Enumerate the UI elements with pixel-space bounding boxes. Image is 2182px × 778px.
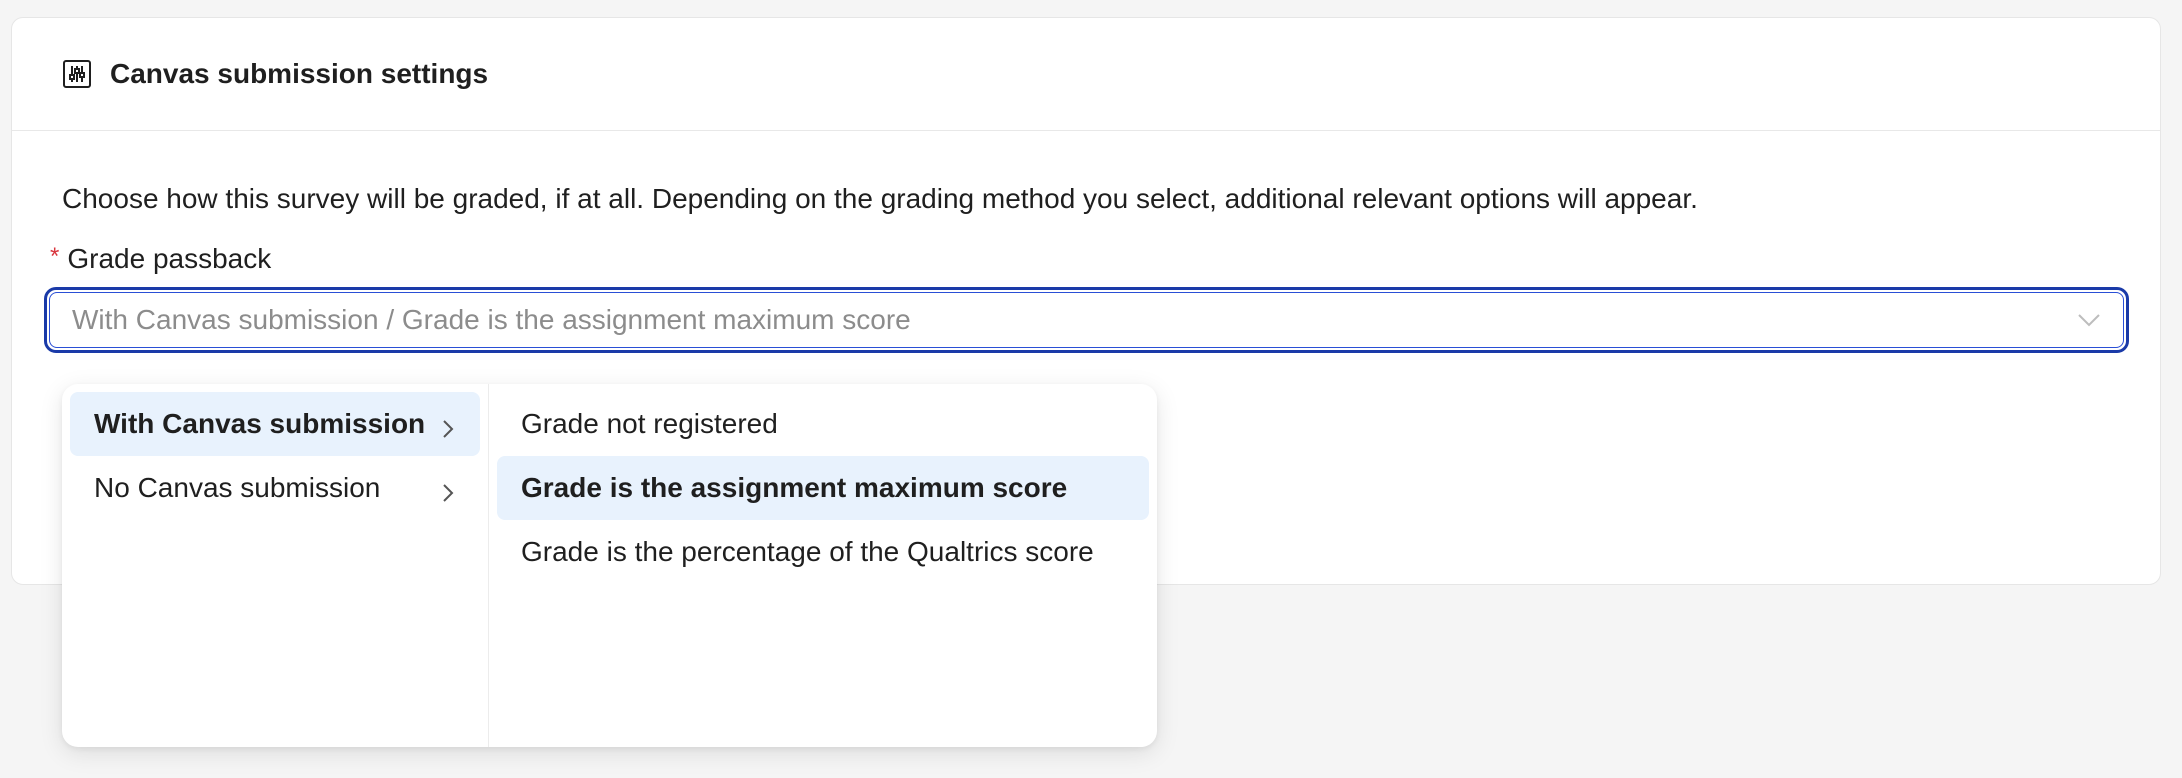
cascader-dropdown: With Canvas submission No Canvas submiss… xyxy=(62,384,1157,747)
card-header: Canvas submission settings xyxy=(12,18,2160,131)
description-text: Choose how this survey will be graded, i… xyxy=(62,183,1698,214)
option-label: With Canvas submission xyxy=(94,408,426,439)
option-label: No Canvas submission xyxy=(94,472,381,503)
option-grade-max-score[interactable]: Grade is the assignment maximum score xyxy=(497,456,1149,520)
select-value: With Canvas submission / Grade is the as… xyxy=(72,304,911,335)
field-label-text: Grade passback xyxy=(67,243,272,274)
grade-passback-select[interactable]: With Canvas submission / Grade is the as… xyxy=(44,287,2129,353)
chevron-right-icon xyxy=(442,414,454,438)
option-no-canvas-submission[interactable]: No Canvas submission xyxy=(70,456,480,520)
option-label: Grade not registered xyxy=(521,408,778,439)
cascader-column-1: With Canvas submission No Canvas submiss… xyxy=(62,384,489,747)
sliders-icon xyxy=(62,59,92,89)
option-label: Grade is the assignment maximum score xyxy=(521,472,1068,503)
card-title: Canvas submission settings xyxy=(110,58,489,89)
required-mark: * xyxy=(50,243,60,270)
grade-passback-label: * Grade passback xyxy=(50,243,271,275)
select-box[interactable]: With Canvas submission / Grade is the as… xyxy=(49,292,2124,348)
option-label: Grade is the percentage of the Qualtrics… xyxy=(521,536,1094,567)
option-with-canvas-submission[interactable]: With Canvas submission xyxy=(70,392,480,456)
cascader-column-2: Grade not registered Grade is the assign… xyxy=(489,384,1157,747)
option-grade-percentage[interactable]: Grade is the percentage of the Qualtrics… xyxy=(497,520,1149,584)
chevron-right-icon xyxy=(442,478,454,502)
option-grade-not-registered[interactable]: Grade not registered xyxy=(497,392,1149,456)
chevron-down-icon[interactable] xyxy=(2077,313,2101,327)
